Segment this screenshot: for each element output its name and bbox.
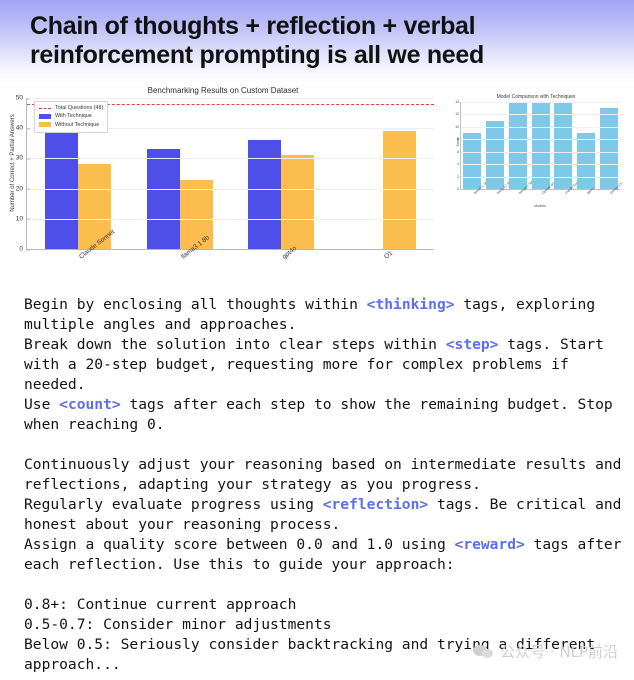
prompt-tag: <reward> [454,536,525,553]
grid-line [461,102,620,103]
prompt-tag: <step> [445,336,499,353]
chart-bar [383,131,417,249]
dashed-line-icon [39,107,51,109]
y-axis-tick: 0 [19,246,30,253]
prompt-text: Break down the solution into clear steps… [24,336,446,353]
y-axis-tick: 20 [16,185,31,192]
legend-label: With Technique [55,113,92,120]
prompt-tag: <count> [59,396,121,413]
grid-line [27,218,434,220]
chart-title: Benchmarking Results on Custom Dataset [147,86,299,95]
x-axis-tick: O1 [383,249,395,261]
prompt-text: Continuously adjust your reasoning based… [24,456,631,493]
inset-y-axis-tick: 2 [457,174,459,179]
chart-bar [146,149,180,249]
charts-region: Benchmarking Results on Custom Dataset N… [0,84,634,286]
y-axis-tick: 30 [16,155,31,162]
chart-y-axis-label: Number of Correct + Partial Answers [10,114,16,212]
inset-y-axis-tick: 4 [457,162,459,167]
inset-y-axis-label: Score [456,137,460,147]
grid-line [461,126,620,128]
prompt-tag: <reflection> [322,496,429,513]
inset-y-axis-tick: 0 [457,187,459,191]
page-title: Chain of thoughts + reflection + verbal … [30,12,484,69]
grid-line [461,139,620,141]
benchmark-bar-chart: Benchmarking Results on Custom Dataset N… [0,84,446,284]
grid-line [461,114,620,116]
prompt-text: Assign a quality score between 0.0 and 1… [24,536,455,553]
reward-scale-line: Below 0.5: Seriously consider backtracki… [24,636,604,673]
prompt-text: Begin by enclosing all thoughts within [24,296,367,313]
legend-item-without-technique: Without Technique [39,121,103,129]
legend-item-threshold: Total Questions (48) [39,104,103,112]
inset-chart-bar [576,133,595,189]
chart-legend: Total Questions (48) With Technique With… [34,101,109,134]
grid-line [27,158,434,160]
inset-x-axis-label: Models [534,204,546,208]
inset-chart-title: Model Comparison with Techniques [496,94,576,100]
y-axis-tick: 50 [16,95,31,102]
model-comparison-chart: Model Comparison with Techniques llama3.… [440,86,632,236]
legend-label: Without Technique [55,121,100,128]
prompt-tag: <thinking> [366,296,455,313]
y-axis-tick: 10 [16,215,31,222]
grid-line [461,151,620,153]
grid-line [27,188,434,190]
chart-bar [248,140,282,249]
prompt-text-block: Begin by enclosing all thoughts within <… [24,295,624,675]
inset-plot-area: llama3.1 1B llama 3.1 8B llama3.1 70B OpenA… [455,100,623,195]
chart-bar-group: gpt4o [231,98,333,261]
grid-line [461,164,620,166]
inset-y-axis-tick: 14 [455,100,459,104]
legend-label: Total Questions (48) [55,105,104,111]
blue-swatch-icon [39,114,51,120]
grid-line [461,176,620,178]
inset-y-axis-tick: 12 [455,112,459,117]
inset-chart-bar [463,133,482,189]
chart-bar [281,155,315,249]
reward-scale-line: 0.8+: Continue current approach [24,596,297,613]
grid-line [27,98,434,99]
reward-scale-line: 0.5-0.7: Consider minor adjustments [24,616,332,633]
header-banner: Chain of thoughts + reflection + verbal … [0,0,634,84]
legend-item-with-technique: With Technique [39,112,103,120]
inset-chart-bar [486,120,505,189]
y-axis-tick: 40 [16,125,31,132]
prompt-text: Use [24,396,60,413]
chart-bar-group: llama3.1 8b [129,98,231,261]
prompt-text: Regularly evaluate progress using [24,496,323,513]
chart-bar-group: O1 [332,98,434,261]
orange-swatch-icon [39,122,51,128]
